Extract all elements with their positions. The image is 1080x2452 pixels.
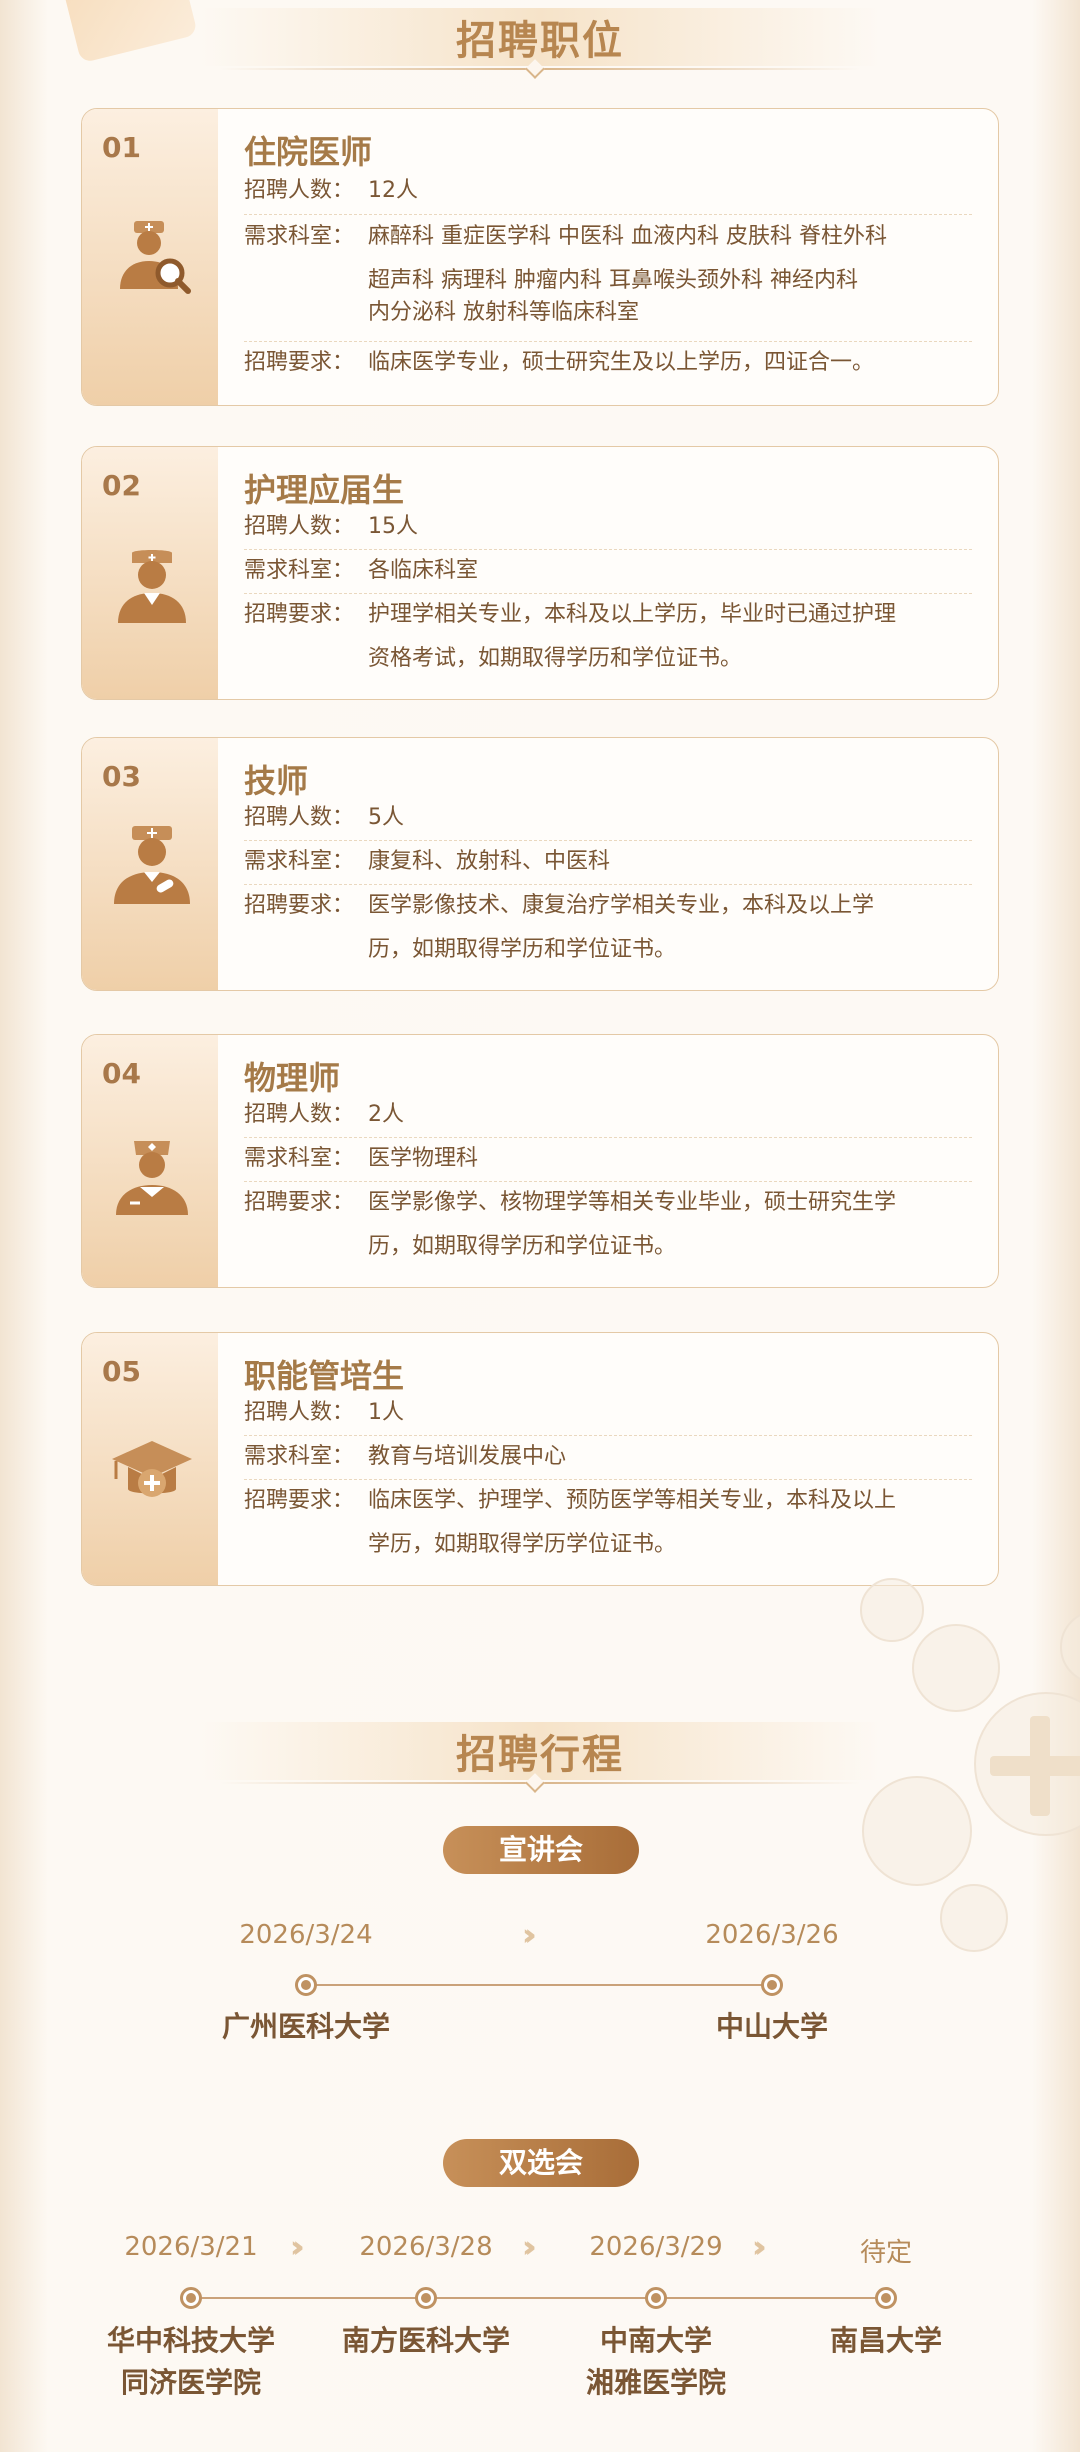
seminar-date: 2026/3/24 (239, 1920, 373, 1950)
physicist-icon (116, 1141, 188, 1215)
req-line: 学历，如期取得学历学位证书。 (368, 1532, 677, 1557)
plus-cross-decor-v (1030, 1716, 1050, 1816)
dept-line: 内分泌科 放射科等临床科室 (368, 300, 639, 325)
graduation-cap-plus-icon (112, 1441, 192, 1497)
timeline-dot (415, 2287, 437, 2309)
position-title: 物理师 (244, 1059, 341, 1097)
chevron-right-icon: ›› (752, 2230, 766, 2265)
flask-icon (912, 1624, 1000, 1712)
divider (244, 840, 972, 841)
page: 招聘职位 01 住院医师 招聘人数： 12人 需求科室： 麻醉科 重症医学科 中… (0, 0, 1080, 2452)
positions-title: 招聘职位 (456, 18, 624, 64)
position-title: 护理应届生 (244, 471, 405, 509)
dept-line: 麻醉科 重症医学科 中医科 血液内科 皮肤科 脊柱外科 (368, 224, 887, 249)
divider (244, 884, 972, 885)
chevron-right-icon: ›› (290, 2230, 304, 2265)
chevron-right-icon: ›› (522, 2230, 536, 2265)
req-line: 资格考试，如期取得学历和学位证书。 (368, 646, 743, 671)
timeline-dot (295, 1974, 317, 1996)
count-value: 1人 (368, 1400, 404, 1425)
divider (244, 1479, 972, 1480)
position-title: 职能管培生 (244, 1357, 405, 1395)
seminar-place: 广州医科大学 (221, 2010, 390, 2043)
divider (244, 1435, 972, 1436)
req-line: 医学影像学、核物理学等相关专业毕业，硕士研究生学 (368, 1190, 897, 1215)
req-line: 历，如期取得学历和学位证书。 (368, 1234, 677, 1259)
technician-icon (114, 826, 190, 904)
req-line: 历，如期取得学历和学位证书。 (368, 937, 677, 962)
position-title: 技师 (244, 762, 309, 800)
decor-bubble (860, 1578, 924, 1642)
schedule-title: 招聘行程 (456, 1732, 624, 1778)
fair-place: 南方医科大学 (341, 2324, 510, 2357)
position-number: 03 (102, 760, 141, 793)
position-title: 住院医师 (244, 133, 373, 171)
decor-bubble (940, 1884, 1008, 1952)
position-card-management-trainee: 05 职能管培生 招聘人数： 1人 需求科室： 教育与培训发展中心 招聘要求： … (81, 1332, 999, 1586)
fair-timeline (190, 2297, 886, 2299)
divider (244, 214, 972, 215)
seminar-pill: 宣讲会 (443, 1826, 639, 1874)
dept-line: 各临床科室 (368, 558, 479, 583)
position-number: 01 (102, 131, 141, 164)
timeline-dot (645, 2287, 667, 2309)
dept-line: 教育与培训发展中心 (368, 1444, 567, 1469)
fair-place: 南昌大学 (829, 2324, 942, 2357)
position-number: 05 (102, 1355, 141, 1388)
divider (244, 593, 972, 594)
req-line: 医学影像技术、康复治疗学相关专业，本科及以上学 (368, 893, 875, 918)
divider (244, 1137, 972, 1138)
fair-place: 华中科技大学 同济医学院 (106, 2324, 275, 2399)
timeline-dot (761, 1974, 783, 1996)
schedule-section-header: 招聘行程 (140, 1716, 940, 1796)
position-number: 04 (102, 1057, 141, 1090)
timeline-dot (180, 2287, 202, 2309)
dept-line: 超声科 病理科 肿瘤内科 耳鼻喉头颈外科 神经内科 (368, 268, 858, 293)
fair-date: 2026/3/21 (124, 2232, 258, 2262)
position-card-technician: 03 技师 招聘人数： 5人 需求科室： 康复科、放射科、中医科 招聘要求： 医… (81, 737, 999, 991)
req-line: 临床医学、护理学、预防医学等相关专业，本科及以上 (368, 1488, 897, 1513)
fair-date: 2026/3/28 (359, 2232, 493, 2262)
dept-line: 康复科、放射科、中医科 (368, 849, 611, 874)
count-value: 2人 (368, 1102, 404, 1127)
positions-section-header: 招聘职位 (140, 2, 940, 82)
fair-date: 待定 (859, 2238, 912, 2268)
req-line: 护理学相关专业，本科及以上学历，毕业时已通过护理 (368, 602, 897, 627)
timeline-dot (875, 2287, 897, 2309)
fair-date: 2026/3/29 (589, 2232, 723, 2262)
seminar-timeline (306, 1984, 772, 1986)
dept-line: 医学物理科 (368, 1146, 479, 1171)
doctor-search-icon (120, 221, 191, 294)
nurse-icon (118, 550, 186, 623)
position-number: 02 (102, 469, 141, 502)
divider (244, 549, 972, 550)
divider (244, 1181, 972, 1182)
position-card-resident-doctor: 01 住院医师 招聘人数： 12人 需求科室： 麻醉科 重症医学科 中医科 血液… (81, 108, 999, 406)
position-card-physicist: 04 物理师 招聘人数： 2人 需求科室： 医学物理科 招聘要求： 医学影像学、… (81, 1034, 999, 1288)
divider (244, 341, 972, 342)
count-value: 12人 (368, 178, 418, 203)
count-value: 5人 (368, 805, 404, 830)
job-fair-pill: 双选会 (443, 2139, 639, 2187)
count-value: 15人 (368, 514, 418, 539)
fair-place: 中南大学 湘雅医学院 (585, 2324, 726, 2399)
position-card-nursing-graduate: 02 护理应届生 招聘人数： 15人 需求科室： 各临床科室 招聘要求： 护理学… (81, 446, 999, 700)
req-line: 临床医学专业，硕士研究生及以上学历，四证合一。 (368, 350, 875, 375)
decor-bubble (1060, 1610, 1080, 1684)
seminar-place: 中山大学 (715, 2010, 828, 2043)
chevron-right-icon: ›› (522, 1918, 536, 1953)
seminar-date: 2026/3/26 (705, 1920, 839, 1950)
